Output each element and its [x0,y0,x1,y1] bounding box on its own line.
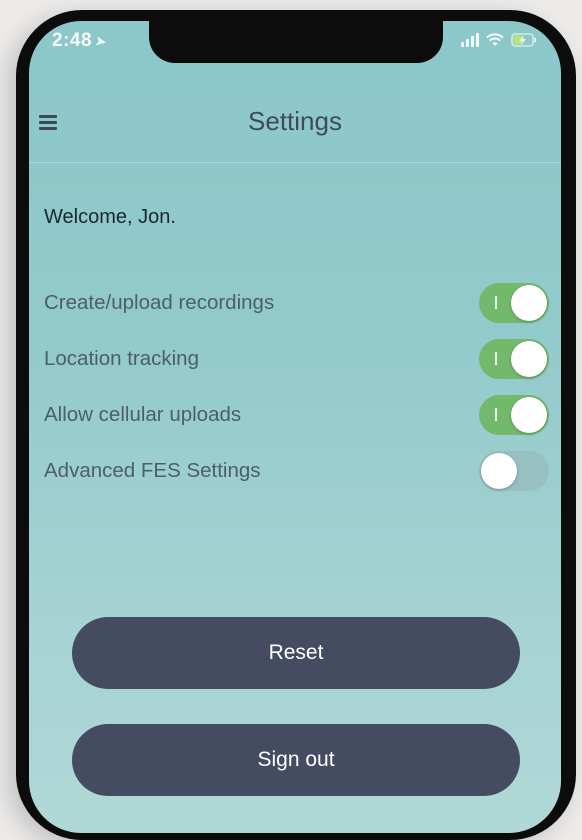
toggle-knob [511,341,547,377]
battery-charging-icon [511,33,537,47]
cellular-signal-icon [461,33,479,47]
device-notch [149,21,443,63]
phone-frame: 2:48 ➤ Settings Welcome, Jon. Create/upl… [16,10,576,840]
location-arrow-icon: ➤ [93,32,109,50]
page-title: Settings [248,106,342,136]
setting-label: Location tracking [44,347,199,370]
toggle-knob [511,397,547,433]
status-time-text: 2:48 [52,30,93,51]
setting-row-allow-cellular-uploads: Allow cellular uploads [29,395,561,435]
setting-label: Allow cellular uploads [44,403,242,426]
toggle-on-indicator [495,408,497,421]
setting-row-create-upload-recordings: Create/upload recordings [29,283,561,323]
toggle-knob [511,285,547,321]
app-screen: 2:48 ➤ Settings Welcome, Jon. Create/upl… [29,21,561,833]
header-divider [29,162,561,163]
status-bar-indicators [461,33,537,47]
allow-cellular-uploads-toggle[interactable] [479,395,549,435]
setting-label: Create/upload recordings [44,291,275,314]
toggle-on-indicator [495,352,497,365]
setting-row-advanced-fes-settings: Advanced FES Settings [29,451,561,491]
advanced-fes-settings-toggle[interactable] [479,451,549,491]
create-upload-recordings-toggle[interactable] [479,283,549,323]
wifi-icon [486,33,504,47]
toggle-on-indicator [495,296,497,309]
sign-out-button[interactable]: Sign out [72,724,520,796]
setting-row-location-tracking: Location tracking [29,339,561,379]
setting-label: Advanced FES Settings [44,459,261,482]
reset-button[interactable]: Reset [72,617,520,689]
toggle-knob [481,453,517,489]
location-tracking-toggle[interactable] [479,339,549,379]
status-bar-time: 2:48 ➤ [52,30,109,52]
app-header: Settings [29,81,561,151]
welcome-message: Welcome, Jon. [44,206,176,228]
